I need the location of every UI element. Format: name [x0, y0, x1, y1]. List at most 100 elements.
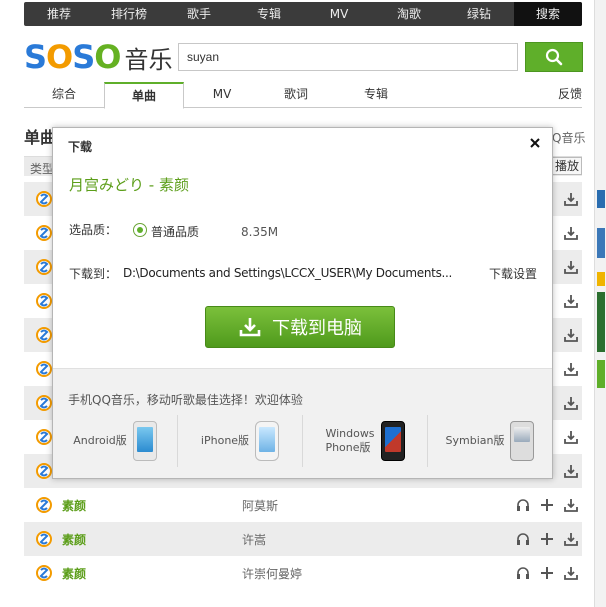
song-source-icon — [36, 565, 52, 581]
edge-block — [597, 272, 605, 286]
song-source-icon — [36, 259, 52, 275]
artist-name[interactable]: 许嵩 — [242, 531, 266, 548]
tab-songs[interactable]: 单曲 — [104, 82, 184, 109]
platform-symbian[interactable]: Symbian版 — [428, 415, 552, 467]
quality-radio-normal[interactable] — [133, 223, 147, 237]
nav-discover[interactable]: 淘歌 — [374, 2, 444, 26]
windows-phone-icon — [380, 421, 405, 461]
type-column-header: 类型 — [30, 162, 55, 176]
platform-name: Android版 — [73, 434, 127, 447]
add-icon[interactable] — [539, 531, 555, 547]
download-icon[interactable] — [563, 497, 579, 513]
song-source-icon — [36, 531, 52, 547]
qq-music-link[interactable]: Q音乐 — [552, 129, 585, 146]
quality-file-size: 8.35M — [241, 225, 279, 239]
table-row[interactable]: 素颜 阿莫斯 — [24, 488, 582, 522]
quality-label: 选品质： — [69, 223, 118, 237]
listen-icon[interactable] — [515, 531, 531, 547]
tab-mv[interactable]: MV — [182, 82, 262, 108]
search-button[interactable] — [525, 42, 583, 72]
edge-block — [597, 360, 605, 388]
song-source-icon — [36, 395, 52, 411]
platform-iphone[interactable]: iPhone版 — [178, 415, 303, 467]
platform-name: Symbian版 — [445, 434, 505, 447]
song-name[interactable]: 素颜 — [62, 497, 86, 514]
download-icon[interactable] — [563, 463, 579, 479]
download-icon[interactable] — [563, 395, 579, 411]
nav-charts[interactable]: 排行榜 — [94, 2, 164, 26]
add-icon[interactable] — [539, 497, 555, 513]
platform-name: Windows Phone版 — [325, 427, 375, 454]
song-source-icon — [36, 191, 52, 207]
platform-name: iPhone版 — [200, 434, 250, 447]
nav-singers[interactable]: 歌手 — [164, 2, 234, 26]
nav-recommend[interactable]: 推荐 — [24, 2, 94, 26]
edge-block — [597, 292, 605, 352]
search-input[interactable] — [178, 43, 518, 71]
artist-name[interactable]: 许崇何曼婷 — [242, 565, 302, 582]
download-icon[interactable] — [563, 429, 579, 445]
iphone-icon — [255, 421, 280, 461]
search-icon — [545, 48, 563, 66]
song-name[interactable]: 素颜 — [62, 531, 86, 548]
top-navigation: 推荐 排行榜 歌手 专辑 MV 淘歌 绿钻 搜索 — [24, 2, 582, 26]
soso-wordmark: SOSO — [24, 38, 122, 76]
song-source-icon — [36, 327, 52, 343]
download-dialog: 下载 月宫みどり - 素颜 选品质： 普通品质 8.35M 下载到： D:\Do… — [52, 127, 553, 479]
song-source-icon — [36, 429, 52, 445]
song-source-icon — [36, 463, 52, 479]
download-settings-link[interactable]: 下载设置 — [489, 265, 537, 282]
download-icon[interactable] — [563, 531, 579, 547]
song-name[interactable]: 素颜 — [62, 565, 86, 582]
symbian-phone-icon — [510, 421, 535, 461]
promo-text: 手机QQ音乐，移动听歌最佳选择！欢迎体验 — [68, 393, 303, 407]
platform-windows-phone[interactable]: Windows Phone版 — [303, 415, 428, 467]
nav-mv[interactable]: MV — [304, 2, 374, 26]
edge-block — [597, 228, 605, 258]
table-row[interactable]: 素颜 许嵩 — [24, 522, 582, 556]
download-icon[interactable] — [563, 191, 579, 207]
download-to-pc-button[interactable]: 下载到电脑 — [205, 306, 395, 348]
listen-icon[interactable] — [515, 565, 531, 581]
download-icon[interactable] — [563, 225, 579, 241]
play-all-button[interactable]: 播放 — [548, 157, 582, 175]
nav-search[interactable]: 搜索 — [514, 2, 582, 26]
song-source-icon — [36, 361, 52, 377]
android-phone-icon — [132, 421, 157, 461]
close-button[interactable] — [528, 136, 542, 150]
download-icon[interactable] — [563, 293, 579, 309]
nav-green-diamond[interactable]: 绿钻 — [444, 2, 514, 26]
soso-music-logo[interactable]: SOSO 音乐 — [24, 38, 173, 76]
close-icon — [530, 138, 540, 148]
tab-albums[interactable]: 专辑 — [336, 82, 416, 108]
download-path-value: D:\Documents and Settings\LCCX_USER\My D… — [123, 266, 453, 280]
download-icon — [239, 318, 261, 337]
song-source-icon — [36, 497, 52, 513]
add-icon[interactable] — [539, 565, 555, 581]
logo-music-text: 音乐 — [124, 45, 173, 74]
platform-android[interactable]: Android版 — [53, 415, 178, 467]
song-title: 月宫みどり - 素颜 — [69, 176, 189, 194]
feedback-link[interactable]: 反馈 — [552, 82, 582, 108]
dialog-title: 下载 — [68, 140, 93, 154]
artist-name[interactable]: 阿莫斯 — [242, 497, 278, 514]
listen-icon[interactable] — [515, 497, 531, 513]
tab-all[interactable]: 综合 — [24, 82, 104, 108]
result-tabs: 综合 单曲 MV 歌词 专辑 反馈 — [24, 82, 582, 109]
download-icon[interactable] — [563, 361, 579, 377]
nav-albums[interactable]: 专辑 — [234, 2, 304, 26]
song-source-icon — [36, 293, 52, 309]
edge-block — [597, 190, 605, 208]
quality-option-label[interactable]: 普通品质 — [151, 223, 199, 240]
underlying-page-edge — [594, 0, 606, 607]
mobile-promo-section: 手机QQ音乐，移动听歌最佳选择！欢迎体验 Android版 iPhone版 Wi… — [53, 368, 552, 478]
table-row[interactable]: 素颜 许崇何曼婷 — [24, 556, 582, 590]
platform-list: Android版 iPhone版 Windows Phone版 Symbian版 — [53, 415, 552, 467]
download-icon[interactable] — [563, 565, 579, 581]
download-icon[interactable] — [563, 259, 579, 275]
song-source-icon — [36, 225, 52, 241]
download-button-label: 下载到电脑 — [272, 318, 362, 339]
tab-lyrics[interactable]: 歌词 — [256, 82, 336, 108]
download-path-label: 下载到： — [69, 267, 118, 281]
download-icon[interactable] — [563, 327, 579, 343]
